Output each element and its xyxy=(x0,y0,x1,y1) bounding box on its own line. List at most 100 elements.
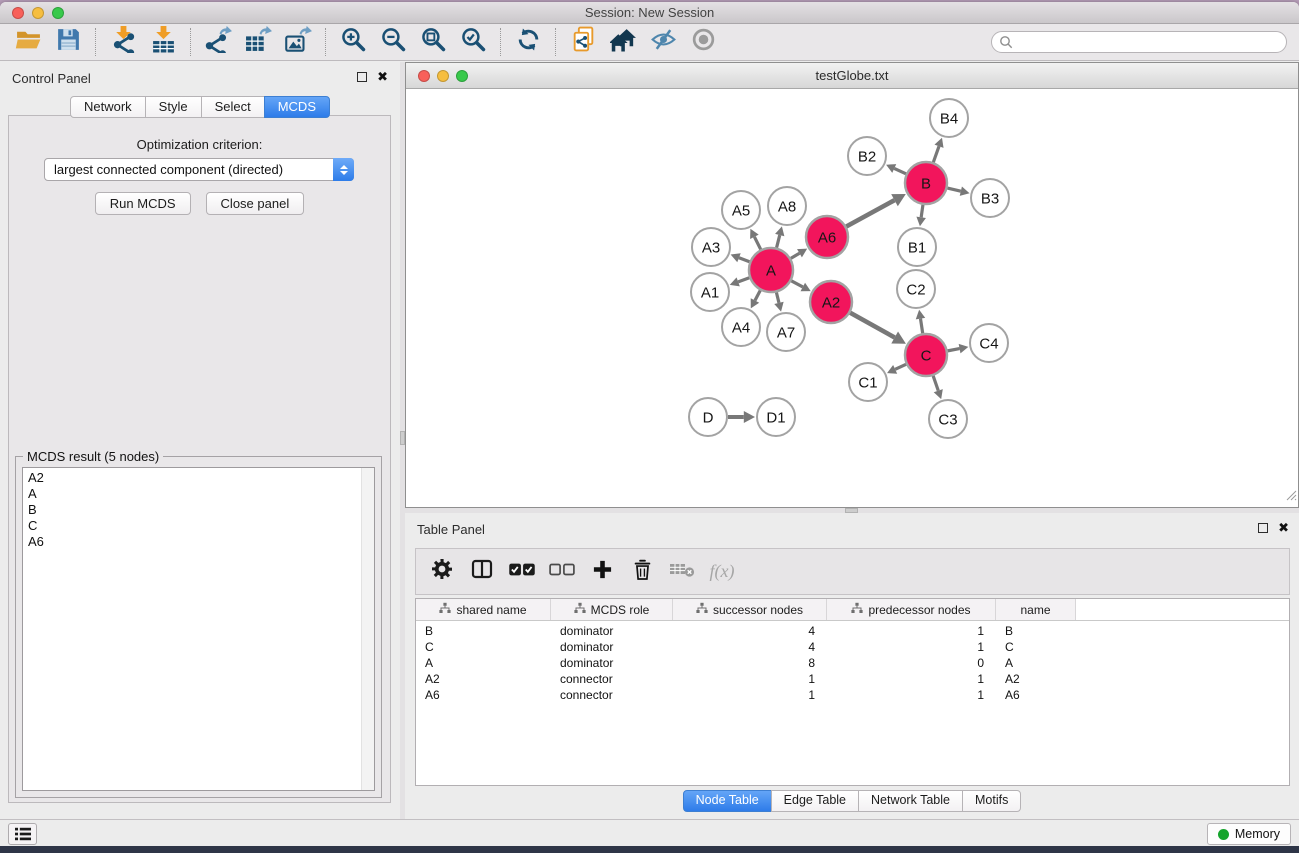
table-row[interactable]: Adominator80A xyxy=(416,655,1289,671)
edge-A6-B[interactable] xyxy=(846,200,894,226)
float-panel-icon[interactable] xyxy=(357,72,367,82)
table-row[interactable]: Bdominator41B xyxy=(416,623,1289,639)
table-row[interactable]: Cdominator41C xyxy=(416,639,1289,655)
deselect-all-button[interactable] xyxy=(546,556,578,588)
tab-select[interactable]: Select xyxy=(201,96,265,118)
scrollbar-track[interactable] xyxy=(361,468,374,790)
edge-C-C1[interactable] xyxy=(895,364,906,369)
network-close-button[interactable] xyxy=(418,70,430,82)
column-header-mcds-role[interactable]: MCDS role xyxy=(551,599,673,620)
export-table-button[interactable] xyxy=(238,26,278,58)
edge-B-B2[interactable] xyxy=(894,168,906,173)
zoom-out-button[interactable] xyxy=(373,26,413,58)
network-view-window: testGlobe.txt AA5A8A3A1A4A7A6A2BB4B2B3B1… xyxy=(405,62,1299,508)
table-row[interactable]: A6connector11A6 xyxy=(416,687,1289,703)
import-network-button[interactable] xyxy=(103,26,143,58)
edge-C-C4[interactable] xyxy=(948,349,960,351)
zoom-window-button[interactable] xyxy=(52,7,64,19)
show-panel-icon xyxy=(690,26,717,58)
graph-node-label: C2 xyxy=(906,282,925,299)
export-image-button[interactable] xyxy=(278,26,318,58)
result-item[interactable]: C xyxy=(23,518,374,534)
hide-panel-button[interactable] xyxy=(643,26,683,58)
graph-node-label: A1 xyxy=(701,285,719,302)
tab-style[interactable]: Style xyxy=(145,96,202,118)
network-canvas[interactable]: AA5A8A3A1A4A7A6A2BB4B2B3B1CC2C4C1C3DD1 xyxy=(406,89,1298,507)
column-header-shared-name[interactable]: shared name xyxy=(416,599,551,620)
edge-C-C3[interactable] xyxy=(933,376,938,391)
close-panel-button[interactable]: Close panel xyxy=(206,192,305,215)
toolbar-separator xyxy=(95,28,96,56)
edge-A-A8[interactable] xyxy=(777,235,780,248)
zoom-in-button[interactable] xyxy=(333,26,373,58)
columns-button[interactable] xyxy=(466,556,498,588)
copy-network-button[interactable] xyxy=(563,26,603,58)
zoom-fit-button[interactable] xyxy=(413,26,453,58)
task-history-button[interactable] xyxy=(8,823,37,845)
tab-motifs[interactable]: Motifs xyxy=(962,790,1021,812)
edge-A-A2[interactable] xyxy=(791,281,803,287)
result-item[interactable]: A xyxy=(23,486,374,502)
refresh-button[interactable] xyxy=(508,26,548,58)
edge-A2-C[interactable] xyxy=(850,313,894,338)
export-network-button[interactable] xyxy=(198,26,238,58)
edge-A-A6[interactable] xyxy=(791,253,800,258)
edge-B-B4[interactable] xyxy=(933,146,939,162)
graph-node-label: B2 xyxy=(858,149,876,166)
delete-table-icon xyxy=(669,560,695,583)
result-item[interactable]: B xyxy=(23,502,374,518)
memory-button[interactable]: Memory xyxy=(1207,823,1291,845)
run-mcds-button[interactable]: Run MCDS xyxy=(95,192,191,215)
edge-B-B3[interactable] xyxy=(947,188,960,191)
edge-A-A3[interactable] xyxy=(739,258,750,262)
criterion-dropdown[interactable]: largest connected component (directed) xyxy=(44,158,354,181)
tab-node-table[interactable]: Node Table xyxy=(683,790,772,812)
edge-arrow-icon xyxy=(916,310,925,320)
tab-network-table[interactable]: Network Table xyxy=(858,790,963,812)
refresh-icon xyxy=(515,26,542,58)
close-window-button[interactable] xyxy=(12,7,24,19)
network-zoom-button[interactable] xyxy=(456,70,468,82)
settings-icon xyxy=(431,558,453,585)
search-input[interactable] xyxy=(991,31,1287,53)
edge-A-A4[interactable] xyxy=(755,290,760,300)
zoom-selected-button[interactable] xyxy=(453,26,493,58)
save-session-button[interactable] xyxy=(48,26,88,58)
close-panel-icon[interactable]: ✖ xyxy=(1278,522,1289,534)
select-all-button[interactable] xyxy=(506,556,538,588)
network-minimize-button[interactable] xyxy=(437,70,449,82)
open-session-button[interactable] xyxy=(8,26,48,58)
edge-A-A1[interactable] xyxy=(738,278,749,282)
home-button[interactable] xyxy=(603,26,643,58)
import-table-icon xyxy=(150,26,177,58)
edge-A-A7[interactable] xyxy=(776,292,779,303)
close-panel-icon[interactable]: ✖ xyxy=(377,71,388,83)
resize-grip-icon[interactable] xyxy=(1285,488,1297,506)
column-header-name[interactable]: name xyxy=(996,599,1076,620)
column-header-predecessor-nodes[interactable]: predecessor nodes xyxy=(827,599,996,620)
tab-mcds[interactable]: MCDS xyxy=(264,96,330,118)
tab-edge-table[interactable]: Edge Table xyxy=(771,790,859,812)
import-table-button[interactable] xyxy=(143,26,183,58)
delete-button[interactable] xyxy=(626,556,658,588)
export-image-icon xyxy=(285,26,312,58)
columns-icon xyxy=(471,558,493,585)
column-header-successor-nodes[interactable]: successor nodes xyxy=(673,599,827,620)
edge-C-C2[interactable] xyxy=(920,319,922,334)
graph-node-label: A5 xyxy=(732,203,750,220)
result-item[interactable]: A2 xyxy=(23,470,374,486)
cell-successor-nodes: 1 xyxy=(673,672,827,686)
minimize-window-button[interactable] xyxy=(32,7,44,19)
show-panel-button[interactable] xyxy=(683,26,723,58)
settings-button[interactable] xyxy=(426,556,458,588)
result-item[interactable]: A6 xyxy=(23,534,374,550)
edge-B-B1[interactable] xyxy=(921,205,923,218)
delete-table-button xyxy=(666,556,698,588)
node-table: shared nameMCDS rolesuccessor nodesprede… xyxy=(415,598,1290,786)
add-button[interactable] xyxy=(586,556,618,588)
tab-network[interactable]: Network xyxy=(70,96,146,118)
save-session-icon xyxy=(55,26,82,58)
table-row[interactable]: A2connector11A2 xyxy=(416,671,1289,687)
float-panel-icon[interactable] xyxy=(1258,523,1268,533)
edge-A-A5[interactable] xyxy=(754,237,760,250)
